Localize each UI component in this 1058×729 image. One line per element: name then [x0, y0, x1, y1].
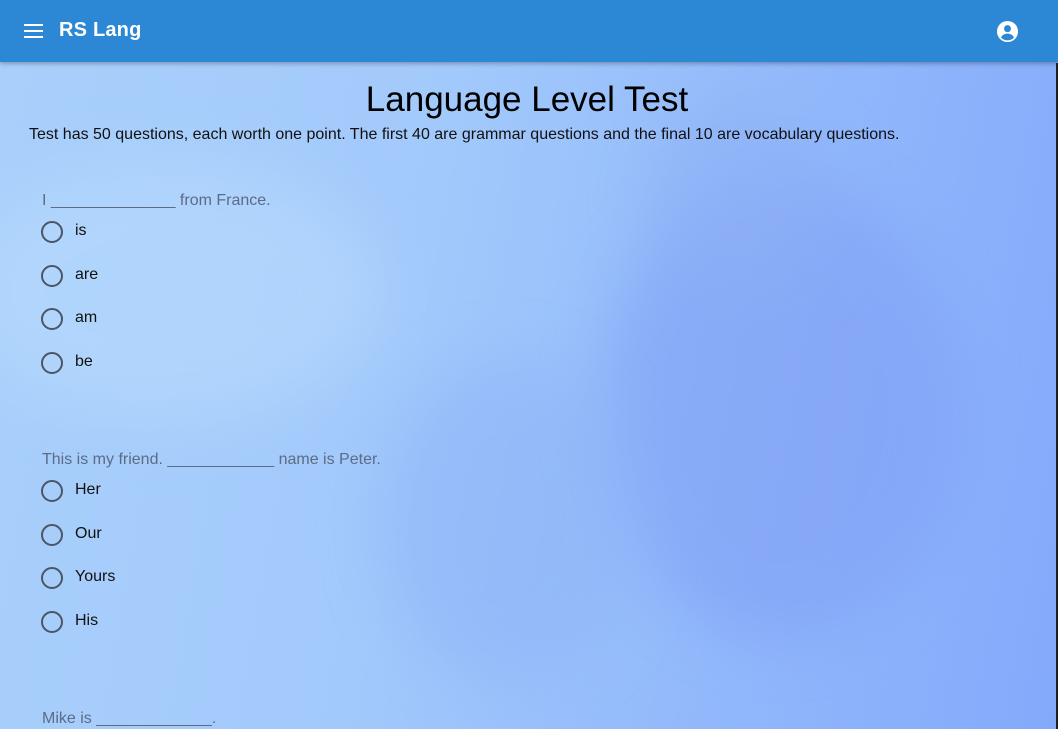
menu-button[interactable] — [22, 21, 46, 41]
option-label: am — [75, 309, 98, 326]
question-text: I ______________ from France. — [42, 192, 271, 209]
question-text: Mike is _____________. — [42, 710, 217, 727]
app-title: RS Lang — [59, 19, 142, 41]
radio-icon[interactable] — [41, 567, 63, 589]
option-label: Yours — [75, 568, 116, 585]
option-label: be — [75, 353, 93, 370]
main-content: Language Level Test Test has 50 question… — [0, 62, 1056, 729]
account-circle-icon — [996, 20, 1019, 43]
page: RS Lang Language Level Test Test has 50 … — [0, 0, 1058, 729]
option-label: Our — [75, 525, 102, 542]
radio-icon[interactable] — [41, 265, 63, 287]
radio-icon[interactable] — [41, 611, 63, 633]
radio-icon[interactable] — [41, 480, 63, 502]
menu-icon — [24, 24, 43, 26]
page-title: Language Level Test — [365, 80, 689, 119]
radio-icon[interactable] — [41, 308, 63, 330]
account-button[interactable] — [996, 20, 1019, 43]
radio-icon[interactable] — [41, 221, 63, 243]
test-description: Test has 50 questions, each worth one po… — [29, 126, 900, 143]
option-label: are — [75, 266, 99, 283]
app-bar: RS Lang — [0, 0, 1058, 62]
question-text: This is my friend. ____________ name is … — [42, 451, 381, 468]
option-label: Her — [75, 481, 101, 498]
option-label: is — [75, 222, 87, 239]
option-label: His — [75, 612, 99, 629]
radio-icon[interactable] — [41, 352, 63, 374]
radio-icon[interactable] — [41, 524, 63, 546]
